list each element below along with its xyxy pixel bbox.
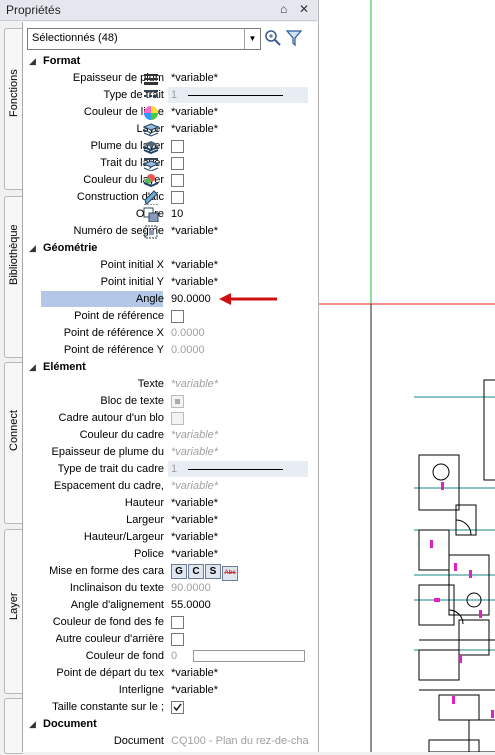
selection-combo[interactable]: Sélectionnés (48) ▼ [27,28,261,50]
panel-title: Propriétés [6,3,61,17]
prop-cadre[interactable]: Cadre autour d'un blo [23,410,318,427]
section-document[interactable]: ◢ Document [23,716,318,733]
prop-interligne[interactable]: Interligne *variable* [23,682,318,699]
line-type-field[interactable]: 1 [168,87,308,103]
checkbox[interactable] [171,191,184,204]
tab-layer[interactable]: Layer [4,529,23,694]
font-style-buttons: G C S Abc [171,564,239,581]
prop-layer[interactable]: Layer*variable* [23,121,318,138]
prop-point-depart[interactable]: Point de départ du tex *variable* [23,665,318,682]
prop-largeur[interactable]: Largeur *variable* [23,512,318,529]
prop-couleur-fond-fe[interactable]: Couleur de fond des fe [23,614,318,631]
filter-icon[interactable] [286,29,302,47]
pen-thickness-icon [144,74,158,85]
prop-type-trait-cadre[interactable]: Type de trait du cadre 1 [23,461,318,478]
segment-number-icon [144,225,158,239]
prop-bloc-texte[interactable]: Bloc de texte [23,393,318,410]
prop-trait-layer[interactable]: Trait du layer [23,155,318,172]
prop-hauteur[interactable]: Hauteur *variable* [23,495,318,512]
collapse-icon[interactable]: ◢ [29,243,36,254]
layers-icon [143,123,159,137]
drawing-canvas[interactable] [318,0,495,753]
layer-pen-icon [143,141,159,154]
checkbox[interactable] [171,140,184,153]
order-icon [143,207,159,222]
construction-pencil-icon [144,190,158,205]
layer-color-icon [143,174,159,188]
prop-police[interactable]: Police *variable* [23,546,318,563]
underline-button[interactable]: S [205,564,221,579]
prop-taille-constante[interactable]: Taille constante sur le ; [23,699,318,716]
prop-point-initial-x[interactable]: Point initial X *variable* [23,257,318,274]
color-swatch[interactable] [193,650,305,662]
prop-point-reference[interactable]: Point de référence [23,308,318,325]
prop-construction[interactable]: Construction d'aic [23,189,318,206]
layer-linetype-icon [143,158,159,171]
prop-document[interactable]: Document CQ100 - Plan du rez-de-cha [23,733,318,750]
prop-couleur-cadre[interactable]: Couleur du cadre *variable* [23,427,318,444]
section-format[interactable]: ◢ Format [23,53,318,70]
floor-plan-drawing [319,0,495,753]
section-element[interactable]: ◢ Elément [23,359,318,376]
tab-extra[interactable] [4,698,23,754]
collapse-icon[interactable]: ◢ [29,362,36,373]
checkbox[interactable] [171,616,184,629]
prop-mise-forme[interactable]: Mise en forme des cara G C S Abc [23,563,318,581]
prop-type-trait[interactable]: Type de trait 1 [23,87,318,104]
angle-input[interactable]: 90.0000 [171,293,211,305]
prop-hauteur-largeur[interactable]: Hauteur/Largeur *variable* [23,529,318,546]
section-geometrie[interactable]: ◢ Géométrie [23,240,318,257]
line-type-icon [144,90,158,97]
prop-point-reference-x[interactable]: Point de référence X 0.0000 [23,325,318,342]
prop-couleur-ligne[interactable]: Couleur de ligne *variable* [23,104,318,121]
checkbox[interactable] [171,174,184,187]
bold-button[interactable]: G [171,564,187,579]
checkbox-checked[interactable] [171,701,184,714]
italic-button[interactable]: C [188,564,204,579]
line-type-field[interactable]: 1 [168,461,308,477]
prop-angle[interactable]: Angle 90.0000 [23,291,318,308]
red-arrow-annotation [219,293,277,305]
selection-value: Sélectionnés (48) [32,32,118,44]
property-grid: Sélectionnés (48) ▼ ◢ Format Epaisseur de… [22,22,318,752]
prop-angle-alignement[interactable]: Angle d'alignement 55.0000 [23,597,318,614]
prop-ordre[interactable]: Ordre10 [23,206,318,223]
checkbox[interactable] [171,157,184,170]
vertical-tab-strip: Fonctions Bibliothèque Connect Layer [0,26,23,754]
chevron-down-icon[interactable]: ▼ [244,29,260,49]
panel-titlebar: Propriétés ⌂ ✕ [0,0,317,21]
checkbox[interactable] [171,395,184,408]
tab-fonctions[interactable]: Fonctions [4,28,23,190]
prop-autre-couleur[interactable]: Autre couleur d'arrière [23,631,318,648]
checkbox[interactable] [171,310,184,323]
prop-point-initial-y[interactable]: Point initial Y *variable* [23,274,318,291]
prop-espacement[interactable]: Espacement du cadre, *variable* [23,478,318,495]
prop-inclinaison[interactable]: Inclinaison du texte 90.0000 [23,580,318,597]
pin-icon[interactable]: ⌂ [280,2,287,16]
prop-numero[interactable]: Numéro de segme *variable* [23,223,318,240]
color-wheel-icon [144,106,158,120]
prop-point-reference-y[interactable]: Point de référence Y 0.0000 [23,342,318,359]
checkbox[interactable] [171,412,184,425]
prop-couleur-fond[interactable]: Couleur de fond 0 [23,648,318,665]
collapse-icon[interactable]: ◢ [29,56,36,67]
tab-connect[interactable]: Connect [4,362,23,524]
prop-epaisseur[interactable]: Epaisseur de plum *variable* [23,70,318,87]
zoom-search-icon[interactable] [264,29,282,47]
close-icon[interactable]: ✕ [299,2,309,16]
properties-panel: Propriétés ⌂ ✕ Fonctions Bibliothèque Co… [0,0,318,754]
checkbox[interactable] [171,633,184,646]
prop-texte[interactable]: Texte *variable* [23,376,318,393]
strike-button[interactable]: Abc [222,566,238,581]
prop-plume-layer[interactable]: Plume du layer [23,138,318,155]
prop-couleur-layer[interactable]: Couleur du layer [23,172,318,189]
tab-bibliotheque[interactable]: Bibliothèque [4,196,23,358]
checkmark-icon [173,703,182,712]
prop-epaisseur-plume[interactable]: Epaisseur de plume du *variable* [23,444,318,461]
collapse-icon[interactable]: ◢ [29,719,36,730]
